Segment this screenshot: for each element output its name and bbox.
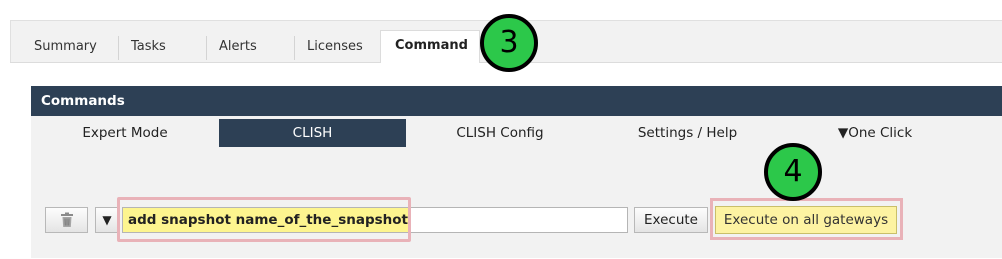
trash-icon (60, 212, 74, 228)
tab-command[interactable]: Command (380, 30, 480, 63)
subtab-clish[interactable]: CLISH (219, 119, 406, 147)
tab-licenses[interactable]: Licenses (307, 32, 363, 62)
step-3-badge: 3 (480, 14, 538, 72)
subtab-expert-mode[interactable]: Expert Mode (55, 119, 195, 147)
subtab-one-click[interactable]: ▼One Click (810, 119, 940, 147)
commands-header: Commands (31, 86, 1002, 116)
subtab-clish-config[interactable]: CLISH Config (420, 119, 580, 147)
tab-tasks[interactable]: Tasks (131, 32, 166, 62)
step-4-badge: 4 (764, 143, 822, 201)
execute-on-all-gateways-button[interactable]: Execute on all gateways (715, 206, 897, 234)
subtab-settings-help[interactable]: Settings / Help (610, 119, 765, 147)
tab-summary[interactable]: Summary (34, 32, 97, 62)
clear-button[interactable] (45, 207, 88, 233)
command-input-text: add snapshot name_of_the_snapshot (128, 208, 408, 232)
execute-button[interactable]: Execute (634, 207, 708, 233)
history-dropdown-button[interactable]: ▼ (95, 207, 119, 233)
command-area (31, 150, 1002, 258)
tab-alerts[interactable]: Alerts (219, 32, 257, 62)
